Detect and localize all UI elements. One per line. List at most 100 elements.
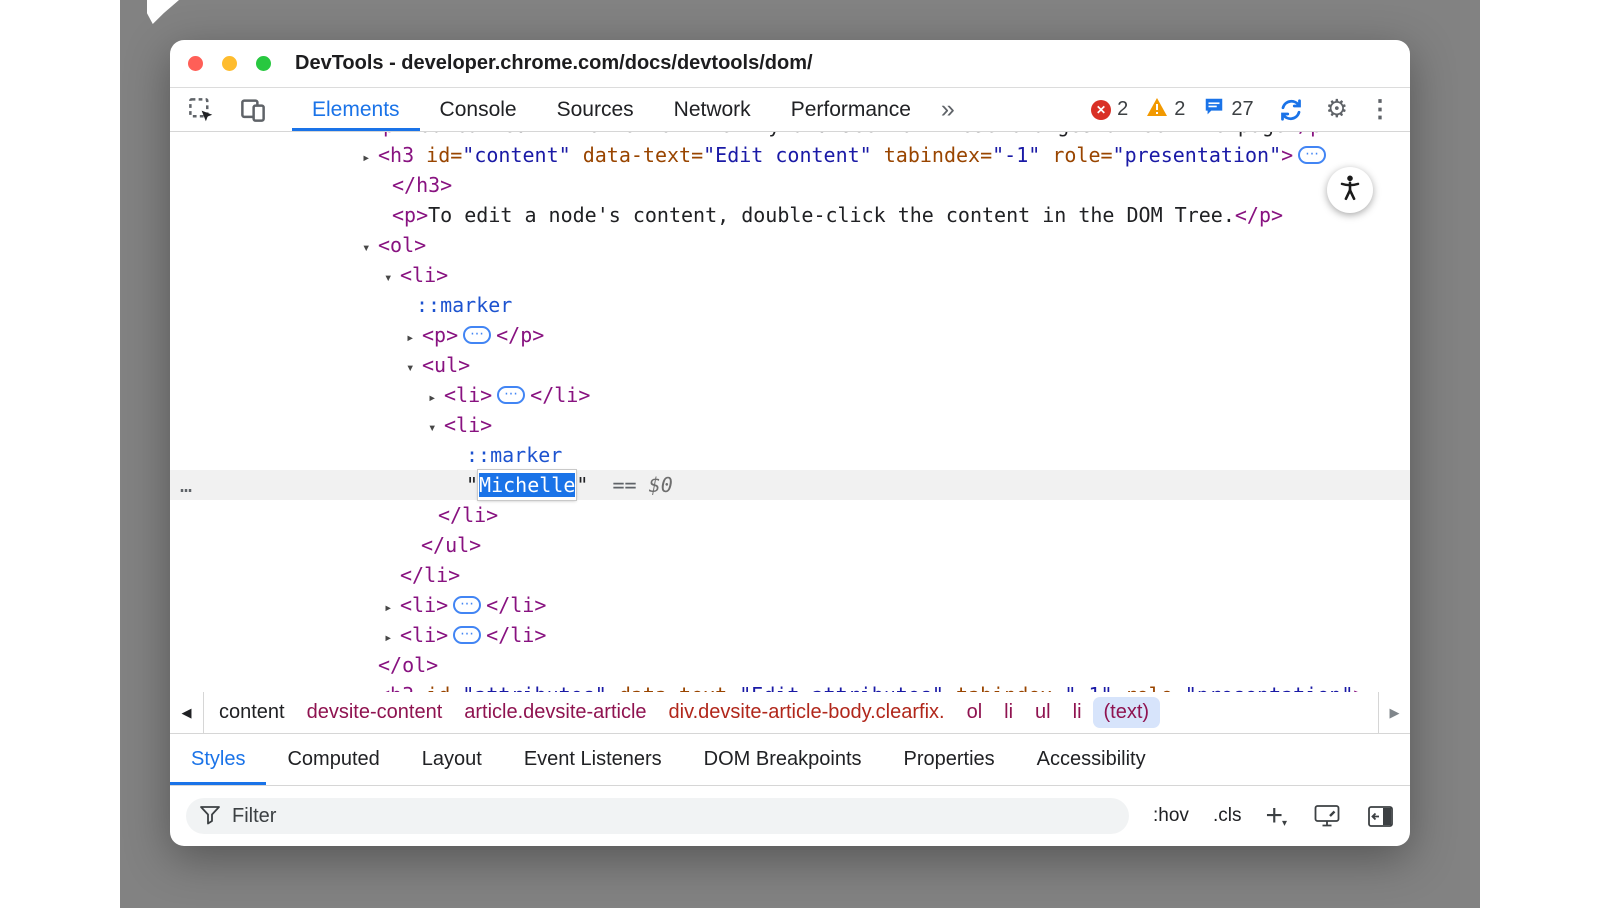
breadcrumb-item[interactable]: ul [1024, 697, 1062, 728]
dom-tree-row[interactable]: ▾<ol> [170, 230, 1410, 260]
dom-tree-row[interactable]: ▸<h3 id="attributes" data-text="Edit att… [170, 680, 1410, 692]
code-token: <h3 [378, 683, 414, 692]
breadcrumb-scroll-left-icon[interactable]: ◀ [170, 692, 204, 733]
dom-tree-row[interactable]: </ul> [170, 530, 1410, 560]
breadcrumb-item[interactable]: devsite-content [296, 697, 454, 728]
collapse-arrow-icon[interactable]: ▾ [384, 263, 400, 293]
dom-tree-row[interactable]: ▸<li>⋯</li> [170, 380, 1410, 410]
inline-expand-icon[interactable]: ⋯ [463, 326, 491, 344]
dom-tree-row[interactable]: </li> [170, 560, 1410, 590]
dom-tree-row[interactable]: ::marker [170, 290, 1410, 320]
monitor-pen-icon[interactable] [1313, 803, 1341, 829]
warning-icon [1146, 97, 1168, 123]
filter-field[interactable] [186, 798, 1129, 834]
accessibility-overlay-button[interactable] [1327, 167, 1373, 213]
warning-count: 2 [1174, 98, 1185, 121]
dom-tree-row[interactable]: ▸<li>⋯</li> [170, 590, 1410, 620]
dom-tree-row[interactable]: ▾<li> [170, 410, 1410, 440]
add-class-button[interactable]: .cls [1213, 805, 1242, 827]
panel-tab-styles[interactable]: Styles [170, 734, 266, 785]
collapse-arrow-icon[interactable]: ▾ [406, 353, 422, 383]
expand-arrow-icon[interactable]: ▸ [384, 623, 400, 653]
warnings-badge[interactable]: 2 [1146, 97, 1185, 123]
dom-tree-row[interactable]: p>You can edit the DOM on the fly and se… [170, 132, 1410, 140]
dom-tree-row[interactable]: …"Michelle" == $0 [170, 470, 1410, 500]
dom-tree-row[interactable]: </ol> [170, 650, 1410, 680]
panel-tab-accessibility[interactable]: Accessibility [1016, 734, 1167, 785]
panel-tab-properties[interactable]: Properties [883, 734, 1016, 785]
settings-gear-icon[interactable]: ⚙ [1326, 97, 1348, 122]
inline-edit-box[interactable]: Michelle [478, 470, 576, 500]
code-token: data-text= [571, 143, 703, 167]
inline-expand-icon[interactable]: ⋯ [453, 596, 481, 614]
tab-console[interactable]: Console [420, 88, 537, 131]
sidebar-toggle-icon[interactable] [1367, 805, 1394, 828]
code-token: </p> [1286, 132, 1334, 137]
code-token: "presentation" [1113, 143, 1282, 167]
devtools-window: DevTools - developer.chrome.com/docs/dev… [170, 40, 1410, 846]
dom-tree-row[interactable]: ::marker [170, 440, 1410, 470]
breadcrumb-item[interactable]: li [993, 697, 1024, 728]
panel-tab-event-listeners[interactable]: Event Listeners [503, 734, 683, 785]
expand-arrow-icon[interactable]: ▸ [362, 143, 378, 173]
expand-arrow-icon[interactable]: ▸ [384, 593, 400, 623]
row-overflow-icon[interactable]: … [180, 470, 192, 500]
panel-tab-layout[interactable]: Layout [401, 734, 503, 785]
expand-arrow-icon[interactable]: ▸ [362, 683, 378, 692]
tab-network[interactable]: Network [654, 88, 771, 131]
zoom-window-button[interactable] [256, 56, 271, 71]
errors-badge[interactable]: ✕ 2 [1091, 98, 1128, 121]
main-tab-strip: ElementsConsoleSourcesNetworkPerformance [292, 88, 931, 131]
collapse-arrow-icon[interactable]: ▾ [428, 413, 444, 443]
traffic-lights [188, 56, 271, 71]
breadcrumb-item[interactable]: ol [956, 697, 994, 728]
inline-expand-icon[interactable]: ⋯ [1298, 146, 1326, 164]
breadcrumb-item[interactable]: li [1062, 697, 1093, 728]
filter-input[interactable] [232, 805, 1117, 828]
code-token: role= [1040, 143, 1112, 167]
dom-tree-row[interactable]: </li> [170, 500, 1410, 530]
tab-sources[interactable]: Sources [537, 88, 654, 131]
dom-tree-row[interactable]: ▸<li>⋯</li> [170, 620, 1410, 650]
tab-performance[interactable]: Performance [771, 88, 931, 131]
expand-arrow-icon[interactable]: ▸ [428, 383, 444, 413]
kebab-menu-icon[interactable]: ⋮ [1368, 98, 1392, 122]
inspect-element-icon[interactable] [186, 95, 216, 125]
breadcrumb-item[interactable]: article.devsite-article [453, 697, 657, 728]
breadcrumb-scroll-right-icon[interactable]: ▶ [1378, 692, 1410, 733]
error-count: 2 [1117, 98, 1128, 121]
collapse-arrow-icon[interactable]: ▾ [362, 233, 378, 263]
dom-tree-row[interactable]: ▸<h3 id="content" data-text="Edit conten… [170, 140, 1410, 170]
breadcrumb-item[interactable]: content [208, 697, 296, 728]
expand-arrow-icon[interactable]: ▸ [406, 323, 422, 353]
new-style-rule-button[interactable]: + ▾ [1265, 804, 1287, 829]
minimize-window-button[interactable] [222, 56, 237, 71]
device-toolbar-icon[interactable] [238, 95, 268, 125]
code-token: To edit a node's content, double-click t… [428, 203, 1235, 227]
tab-elements[interactable]: Elements [292, 88, 420, 131]
dom-tree-row[interactable]: </h3> [170, 170, 1410, 200]
code-token: id= [414, 143, 462, 167]
selected-text: Michelle [479, 473, 575, 497]
dom-tree-row[interactable]: ▾<li> [170, 260, 1410, 290]
dom-tree-row[interactable]: ▸<p>⋯</p> [170, 320, 1410, 350]
panel-tab-computed[interactable]: Computed [266, 734, 400, 785]
toggle-element-state-button[interactable]: :hov [1153, 805, 1189, 827]
code-token: </li> [486, 593, 546, 617]
panel-tab-dom-breakpoints[interactable]: DOM Breakpoints [683, 734, 883, 785]
more-tabs-button[interactable]: » [931, 88, 967, 131]
breadcrumb-item[interactable]: div.devsite-article-body.clearfix. [658, 697, 956, 728]
issues-badge[interactable]: 27 [1203, 96, 1253, 124]
code-token: "Edit content" [703, 143, 872, 167]
toolbar-icon-group [170, 88, 282, 131]
breadcrumb-item[interactable]: (text) [1093, 697, 1161, 728]
code-token: </ul> [421, 533, 481, 557]
inline-expand-icon[interactable]: ⋯ [497, 386, 525, 404]
sync-refresh-icon[interactable] [1276, 95, 1306, 125]
close-window-button[interactable] [188, 56, 203, 71]
inline-expand-icon[interactable]: ⋯ [453, 626, 481, 644]
code-token: </ol> [378, 653, 438, 677]
dom-tree-row[interactable]: <p>To edit a node's content, double-clic… [170, 200, 1410, 230]
dom-tree-row[interactable]: ▾<ul> [170, 350, 1410, 380]
code-token: <h3 [378, 143, 414, 167]
